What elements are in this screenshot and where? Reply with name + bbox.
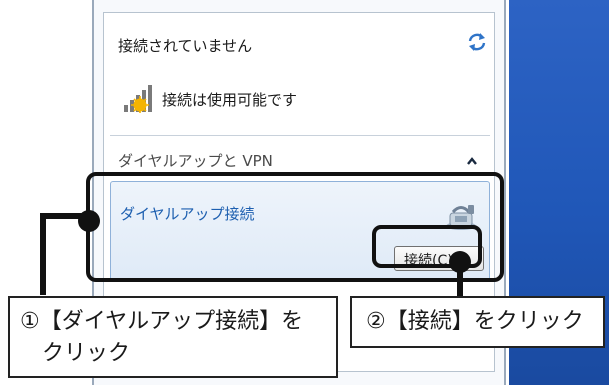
- status-text: 接続されていません: [118, 37, 253, 55]
- leader-dot-step1: [78, 210, 100, 232]
- available-text: 接続は使用可能です: [162, 91, 298, 109]
- chevron-up-icon[interactable]: [466, 156, 478, 166]
- callout-step2: ②【接続】をクリック: [350, 296, 605, 348]
- callout-step1-line2: クリック: [42, 341, 131, 366]
- section-header-dialup-vpn[interactable]: ダイヤルアップと VPN: [118, 150, 273, 171]
- leader-dot-step2: [449, 251, 471, 273]
- refresh-icon[interactable]: [466, 31, 488, 53]
- callout-step1: ①【ダイヤルアップ接続】を クリック: [8, 296, 338, 378]
- callout-step1-line1: ①【ダイヤルアップ接続】を: [20, 309, 304, 334]
- section-divider: [110, 135, 490, 136]
- leader-line-step1-vertical: [40, 213, 46, 295]
- callout-step2-text: ②【接続】をクリック: [366, 309, 584, 334]
- signal-bars-icon: [124, 85, 152, 113]
